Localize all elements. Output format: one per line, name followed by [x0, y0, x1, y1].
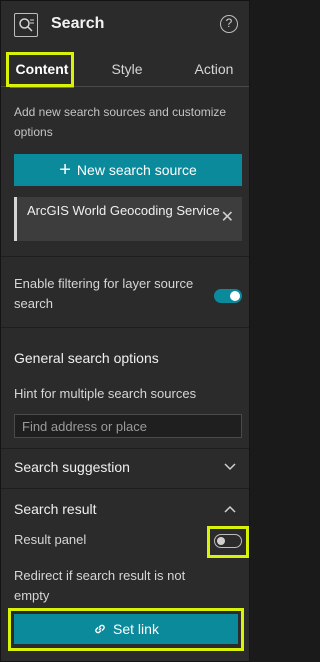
new-search-source-label: New search source [76, 162, 197, 178]
chevron-down-icon[interactable] [224, 463, 236, 471]
filtering-label: Enable filtering for layer source search [14, 276, 194, 311]
section-divider [1, 327, 249, 328]
section-divider [1, 448, 249, 449]
tab-style[interactable]: Style [97, 51, 157, 89]
content-description: Add new search sources and customize opt… [14, 105, 227, 139]
highlight-box-result-toggle [207, 526, 249, 558]
plus-icon: + [59, 159, 71, 181]
tab-action[interactable]: Action [181, 51, 247, 89]
section-divider [1, 488, 249, 489]
highlight-box-set-link [8, 608, 244, 651]
search-source-item[interactable]: ArcGIS World Geocoding Service ✕ [14, 197, 242, 241]
new-search-source-button[interactable]: + New search source [14, 154, 242, 186]
result-panel-label: Result panel [14, 532, 87, 547]
redirect-label: Redirect if search result is not empty [14, 568, 186, 603]
hint-label: Hint for multiple search sources [14, 386, 197, 401]
close-icon[interactable]: ✕ [221, 209, 234, 227]
chevron-up-icon[interactable] [224, 505, 236, 513]
settings-panel: Search ? Content Style Action Add new se… [0, 0, 250, 662]
search-suggestion-title[interactable]: Search suggestion [14, 459, 130, 475]
hint-placeholder: Find address or place [22, 419, 148, 434]
filtering-toggle[interactable] [214, 289, 242, 303]
search-result-title[interactable]: Search result [14, 501, 96, 517]
search-source-label: ArcGIS World Geocoding Service [27, 203, 220, 218]
panel-header: Search ? [1, 1, 249, 50]
panel-title: Search [51, 15, 105, 32]
hint-input[interactable]: Find address or place [14, 414, 242, 438]
section-divider [1, 256, 249, 257]
search-widget-icon [14, 13, 38, 37]
highlight-box-content-tab [6, 52, 74, 87]
help-icon[interactable]: ? [220, 15, 238, 33]
general-options-title: General search options [14, 350, 159, 366]
